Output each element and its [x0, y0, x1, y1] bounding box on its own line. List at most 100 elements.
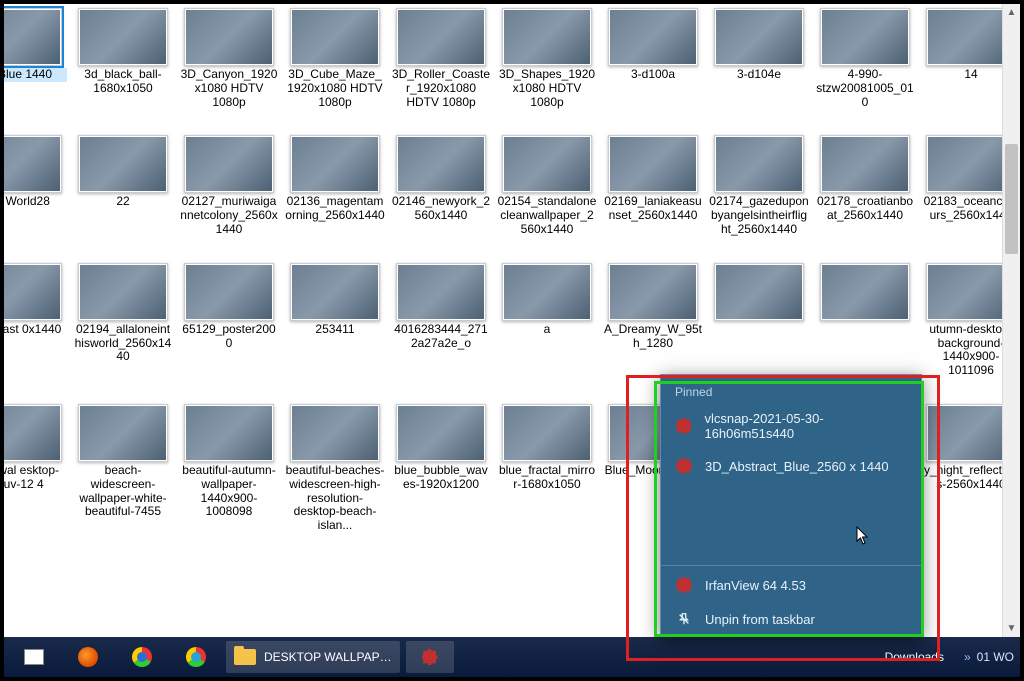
jump-list-app-label: IrfanView 64 4.53: [705, 578, 806, 593]
window-frame: ct_Blue 14403d_black_ball-1680x10503D_Ca…: [0, 0, 1024, 681]
file-item[interactable]: 02174_gazeduponbyangelsintheirflight_256…: [706, 135, 812, 236]
file-label: 0-A World28: [4, 195, 67, 209]
taskbar-app-3[interactable]: [118, 641, 166, 673]
taskbar-overflow-icon[interactable]: »: [964, 650, 971, 664]
irfanview-icon: [422, 649, 438, 665]
file-label: 3-d104e: [709, 68, 809, 82]
irfanview-icon: [676, 458, 692, 474]
file-item[interactable]: blue_fractal_mirror-1680x1050: [494, 404, 600, 533]
jump-list-section-pinned: Pinned: [661, 375, 921, 403]
file-thumbnail: [78, 8, 168, 66]
file-thumbnail: [396, 135, 486, 193]
irfanview-icon: [676, 418, 692, 434]
scroll-down-arrow[interactable]: ▼: [1003, 620, 1020, 637]
file-thumbnail: [502, 263, 592, 321]
file-item[interactable]: a: [494, 263, 600, 378]
file-thumbnail: [608, 135, 698, 193]
file-item[interactable]: 253411: [282, 263, 388, 378]
jump-list-pinned-item-1[interactable]: vlcsnap-2021-05-30-16h06m51s440: [661, 403, 921, 449]
file-thumbnail: [184, 8, 274, 66]
file-item[interactable]: 02178_croatianboat_2560x1440: [812, 135, 918, 236]
file-thumbnail: [290, 404, 380, 462]
file-label: 3D_Shapes_1920x1080 HDTV 1080p: [497, 68, 597, 109]
file-item[interactable]: A_Dreamy_W_95th_1280: [600, 263, 706, 378]
file-label: 22: [73, 195, 173, 209]
taskbar-task-explorer[interactable]: DESKTOP WALLPAP…: [226, 641, 400, 673]
jump-list-app[interactable]: IrfanView 64 4.53: [661, 568, 921, 602]
file-item[interactable]: [812, 263, 918, 378]
file-label: 02146_newyork_2560x1440: [391, 195, 491, 223]
unpin-icon: [675, 610, 693, 628]
file-item[interactable]: 4016283444_2712a27a2e_o: [388, 263, 494, 378]
taskbar-downloads-label: Downloads: [885, 650, 944, 664]
file-label: 3D_Cube_Maze_1920x1080 HDTV 1080p: [285, 68, 385, 109]
file-item[interactable]: beautiful-autumn-wallpaper-1440x900-1008…: [176, 404, 282, 533]
file-item[interactable]: 0-A World28: [4, 135, 70, 236]
file-item[interactable]: emonast 0x1440: [4, 263, 70, 378]
file-label: nds-wal esktop- dauv-12 4: [4, 464, 67, 492]
file-thumbnail: [820, 135, 910, 193]
file-item[interactable]: [706, 263, 812, 378]
edge-icon: [186, 647, 206, 667]
file-item[interactable]: 02136_magentamorning_2560x1440: [282, 135, 388, 236]
file-label: 02174_gazeduponbyangelsintheirflight_256…: [709, 195, 809, 236]
taskbar-app-1[interactable]: [10, 641, 58, 673]
vertical-scrollbar[interactable]: ▲ ▼: [1002, 4, 1020, 637]
file-thumbnail: [290, 263, 380, 321]
file-thumbnail: [502, 8, 592, 66]
file-label: emonast 0x1440: [4, 323, 67, 337]
file-label: beautiful-autumn-wallpaper-1440x900-1008…: [179, 464, 279, 519]
taskbar-app-4[interactable]: [172, 641, 220, 673]
jump-list-pinned-item-2[interactable]: 3D_Abstract_Blue_2560 x 1440: [661, 449, 921, 483]
file-label: 65129_poster2000: [179, 323, 279, 351]
file-label: 253411: [285, 323, 385, 337]
file-item[interactable]: 3-d104e: [706, 8, 812, 109]
file-item[interactable]: 3D_Roller_Coaster_1920x1080 HDTV 1080p: [388, 8, 494, 109]
file-thumbnail: [78, 263, 168, 321]
file-item[interactable]: 02169_laniakeasunset_2560x1440: [600, 135, 706, 236]
folder-icon: [234, 649, 256, 665]
file-thumbnail: [396, 404, 486, 462]
file-thumbnail: [714, 263, 804, 321]
file-thumbnail: [78, 404, 168, 462]
file-item[interactable]: nds-wal esktop- dauv-12 4: [4, 404, 70, 533]
file-item[interactable]: 65129_poster2000: [176, 263, 282, 378]
file-item[interactable]: 3d_black_ball-1680x1050: [70, 8, 176, 109]
file-item[interactable]: 02194_allaloneinthisworld_2560x1440: [70, 263, 176, 378]
file-item[interactable]: beautiful-beaches-widescreen-high-resolu…: [282, 404, 388, 533]
file-item[interactable]: 3-d100a: [600, 8, 706, 109]
file-thumbnail: [184, 135, 274, 193]
file-label: 3-d100a: [603, 68, 703, 82]
jump-list-unpin[interactable]: Unpin from taskbar: [661, 602, 921, 636]
taskbar-downloads[interactable]: Downloads: [877, 641, 952, 673]
file-item[interactable]: 3D_Canyon_1920x1080 HDTV 1080p: [176, 8, 282, 109]
file-item[interactable]: 3D_Shapes_1920x1080 HDTV 1080p: [494, 8, 600, 109]
file-label: 3d_black_ball-1680x1050: [73, 68, 173, 96]
file-thumbnail: [820, 263, 910, 321]
file-item[interactable]: blue_bubble_waves-1920x1200: [388, 404, 494, 533]
jump-list-unpin-label: Unpin from taskbar: [705, 612, 815, 627]
taskbar-task-irfanview[interactable]: [406, 641, 454, 673]
file-item[interactable]: ct_Blue 1440: [4, 8, 70, 109]
file-item[interactable]: 02154_standalonecleanwallpaper_2560x1440: [494, 135, 600, 236]
file-thumbnail: [290, 135, 380, 193]
file-item[interactable]: 02146_newyork_2560x1440: [388, 135, 494, 236]
file-item[interactable]: 4-990-stzw20081005_010: [812, 8, 918, 109]
file-thumbnail: [714, 135, 804, 193]
file-thumbnail: [4, 135, 62, 193]
file-label: 02136_magentamorning_2560x1440: [285, 195, 385, 223]
file-item[interactable]: beach-widescreen-wallpaper-white-beautif…: [70, 404, 176, 533]
taskbar-app-2[interactable]: [64, 641, 112, 673]
scrollbar-thumb[interactable]: [1005, 144, 1018, 254]
file-thumbnail: [184, 263, 274, 321]
file-label: 3D_Canyon_1920x1080 HDTV 1080p: [179, 68, 279, 109]
file-thumbnail: [4, 8, 62, 66]
file-thumbnail: [502, 404, 592, 462]
chrome-icon: [132, 647, 152, 667]
file-item[interactable]: 02127_muriwaigannetcolony_2560x1440: [176, 135, 282, 236]
scroll-up-arrow[interactable]: ▲: [1003, 4, 1020, 21]
file-label: a: [497, 323, 597, 337]
taskbar: DESKTOP WALLPAP… Downloads » 01 WO: [4, 637, 1020, 677]
file-item[interactable]: 22: [70, 135, 176, 236]
file-item[interactable]: 3D_Cube_Maze_1920x1080 HDTV 1080p: [282, 8, 388, 109]
